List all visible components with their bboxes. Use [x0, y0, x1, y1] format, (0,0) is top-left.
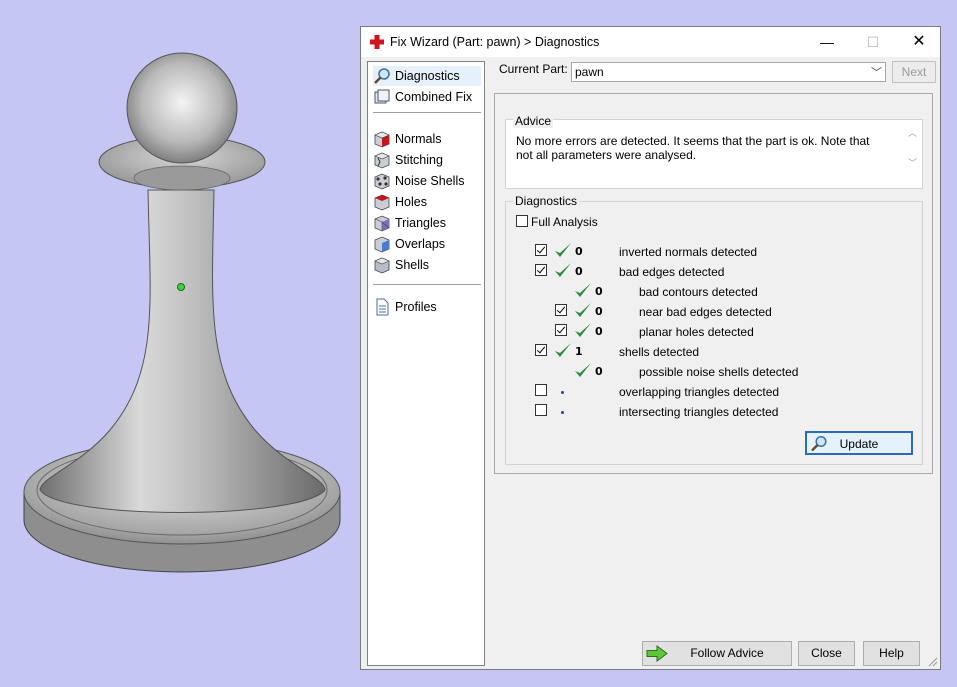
green-check-icon	[575, 323, 591, 337]
current-part-label: Current Part:	[499, 62, 568, 76]
pending-dot-icon	[561, 391, 564, 394]
wizard-step-list: Diagnostics Combined Fix Normals Stitchi…	[367, 61, 485, 666]
planar-holes-checkbox[interactable]	[555, 324, 567, 336]
planar-holes-label: planar holes detected	[639, 325, 754, 339]
noise-shells-icon	[374, 173, 390, 190]
bad-contours-label: bad contours detected	[639, 285, 758, 299]
bad-edges-checkbox[interactable]	[535, 264, 547, 276]
shells-checkbox[interactable]	[535, 344, 547, 356]
pending-dot-icon	[561, 411, 564, 414]
diagnostics-group-title: Diagnostics	[513, 194, 580, 208]
shells-label: shells detected	[619, 345, 700, 359]
title-bar[interactable]: Fix Wizard (Part: pawn) > Diagnostics — …	[361, 27, 940, 57]
shells-cube-icon	[374, 257, 390, 274]
full-analysis-checkbox[interactable]	[516, 215, 528, 227]
green-check-icon	[555, 343, 571, 357]
holes-cube-icon	[374, 194, 390, 211]
green-check-icon	[575, 303, 591, 317]
green-check-icon	[555, 263, 571, 277]
planar-holes-count: 0	[595, 325, 603, 338]
diag-row-near-bad-edges: 0 near bad edges detected	[535, 303, 935, 322]
advice-box: No more errors are detected. It seems th…	[505, 119, 923, 189]
bad-edges-count: 0	[575, 265, 583, 278]
nav-separator	[373, 284, 481, 285]
next-button[interactable]: Next	[892, 61, 936, 83]
close-window-button[interactable]: ✕	[896, 27, 942, 57]
green-check-icon	[575, 283, 591, 297]
document-icon	[376, 298, 389, 316]
near-bad-edges-count: 0	[595, 305, 603, 318]
nav-item-profiles[interactable]: Profiles	[373, 297, 481, 317]
inverted-normals-count: 0	[575, 245, 583, 258]
advice-scrollbar[interactable]: ︿ ﹀	[906, 126, 920, 170]
green-check-icon	[555, 243, 571, 257]
full-analysis-label: Full Analysis	[531, 215, 598, 229]
window-title: Fix Wizard (Part: pawn) > Diagnostics	[390, 35, 600, 49]
advice-text: No more errors are detected. It seems th…	[516, 134, 870, 162]
nav-separator	[373, 112, 481, 113]
scroll-up-icon[interactable]: ︿	[908, 126, 917, 139]
combined-fix-icon	[374, 89, 390, 104]
triangles-cube-icon	[374, 215, 390, 232]
follow-advice-button[interactable]: Follow Advice	[642, 641, 792, 666]
nav-item-noise-shells[interactable]: Noise Shells	[373, 171, 481, 191]
red-cross-icon	[370, 35, 384, 49]
overlapping-triangles-checkbox[interactable]	[535, 384, 547, 396]
chevron-down-icon: ﹀	[871, 67, 882, 79]
noise-shells-label: possible noise shells detected	[639, 365, 799, 379]
pawn-model	[23, 52, 341, 573]
diag-row-planar-holes: 0 planar holes detected	[535, 323, 935, 342]
normals-cube-icon	[374, 131, 390, 148]
nav-item-overlaps[interactable]: Overlaps	[373, 234, 481, 254]
minimize-button[interactable]: —	[804, 27, 850, 57]
inverted-normals-checkbox[interactable]	[535, 244, 547, 256]
fix-wizard-dialog: Fix Wizard (Part: pawn) > Diagnostics — …	[360, 26, 941, 670]
3d-viewport[interactable]	[0, 0, 360, 687]
advice-group-title: Advice	[513, 114, 554, 128]
intersecting-triangles-label: intersecting triangles detected	[619, 405, 779, 419]
nav-item-combined-fix[interactable]: Combined Fix	[373, 87, 481, 107]
help-button[interactable]: Help	[863, 641, 920, 666]
nav-item-diagnostics[interactable]: Diagnostics	[373, 66, 481, 86]
diag-row-intersecting-triangles: intersecting triangles detected	[535, 404, 935, 422]
stitching-cube-icon	[374, 152, 390, 169]
bad-edges-label: bad edges detected	[619, 265, 725, 279]
diag-row-shells: 1 shells detected	[535, 343, 935, 362]
near-bad-edges-checkbox[interactable]	[555, 304, 567, 316]
nav-item-stitching[interactable]: Stitching	[373, 150, 481, 170]
overlaps-cube-icon	[374, 236, 390, 253]
current-part-select[interactable]: pawn ﹀	[571, 62, 886, 82]
diag-row-bad-edges: 0 bad edges detected	[535, 263, 935, 282]
diag-row-overlapping-triangles: overlapping triangles detected	[535, 384, 935, 402]
scroll-down-icon[interactable]: ﹀	[908, 156, 917, 169]
shells-count: 1	[575, 345, 583, 358]
nav-item-triangles[interactable]: Triangles	[373, 213, 481, 233]
update-button[interactable]: Update	[805, 431, 913, 455]
maximize-button[interactable]: ☐	[850, 27, 896, 57]
current-part-value: pawn	[575, 65, 604, 79]
nav-item-normals[interactable]: Normals	[373, 129, 481, 149]
diag-row-noise-shells: 0 possible noise shells detected	[535, 363, 935, 382]
bad-contours-count: 0	[595, 285, 603, 298]
diag-row-bad-contours: 0 bad contours detected	[535, 283, 935, 302]
near-bad-edges-label: near bad edges detected	[639, 305, 772, 319]
intersecting-triangles-checkbox[interactable]	[535, 404, 547, 416]
close-button[interactable]: Close	[798, 641, 855, 666]
magnifier-icon	[374, 68, 390, 84]
diag-row-inverted-normals: 0 inverted normals detected	[535, 243, 935, 262]
inverted-normals-label: inverted normals detected	[619, 245, 758, 259]
overlapping-triangles-label: overlapping triangles detected	[619, 385, 780, 399]
noise-shells-count: 0	[595, 365, 603, 378]
resize-grip-icon[interactable]	[926, 655, 938, 667]
nav-item-shells[interactable]: Shells	[373, 255, 481, 275]
green-check-icon	[575, 363, 591, 377]
nav-item-holes[interactable]: Holes	[373, 192, 481, 212]
